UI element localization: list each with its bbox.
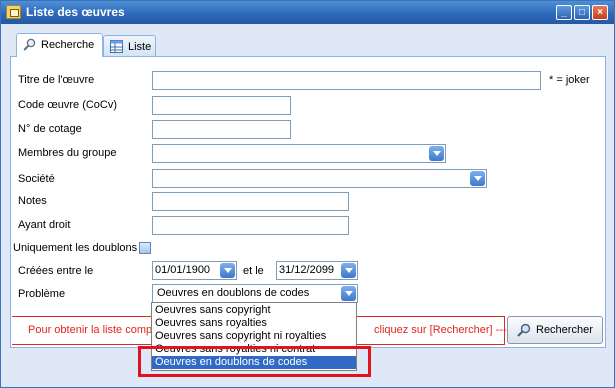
doublons-checkbox[interactable]: [139, 242, 151, 254]
chevron-down-icon[interactable]: [470, 171, 485, 186]
code-input[interactable]: [152, 96, 291, 115]
societe-select[interactable]: [152, 169, 487, 188]
titre-label: Titre de l'œuvre: [18, 74, 95, 86]
chevron-down-icon[interactable]: [429, 146, 444, 161]
cotage-label: N° de cotage: [18, 123, 82, 135]
probleme-select[interactable]: Oeuvres en doublons de codes: [152, 284, 358, 303]
doublons-label: Uniquement les doublons: [13, 242, 138, 254]
close-button[interactable]: ×: [592, 5, 608, 20]
maximize-button[interactable]: □: [574, 5, 590, 20]
chevron-down-icon[interactable]: [341, 286, 356, 301]
probleme-label: Problème: [18, 288, 66, 300]
tab-recherche[interactable]: Recherche: [16, 33, 103, 57]
tab-liste[interactable]: Liste: [103, 35, 156, 56]
notes-input[interactable]: [152, 192, 349, 211]
date-to-picker[interactable]: 31/12/2099: [276, 261, 358, 280]
search-icon: [517, 323, 531, 337]
notes-label: Notes: [18, 195, 47, 207]
titre-input[interactable]: [152, 71, 541, 90]
tab-recherche-label: Recherche: [41, 39, 95, 51]
window-title: Liste des œuvres: [26, 5, 125, 19]
hint-text-right: cliquez sur [Rechercher] --->: [374, 324, 514, 336]
date-from-picker[interactable]: 01/01/1900: [152, 261, 237, 280]
annotation-highlight-box: [138, 346, 371, 377]
title-bar: Liste des œuvres _ □ ×: [1, 1, 614, 24]
creees-label: Créées entre le: [18, 265, 94, 277]
table-icon: [110, 40, 123, 53]
societe-label: Société: [18, 173, 55, 185]
ayant-input[interactable]: [152, 216, 349, 235]
chevron-down-icon[interactable]: [220, 263, 235, 278]
main-window: Liste des œuvres _ □ × Recherche Liste T…: [0, 0, 615, 388]
dropdown-option[interactable]: Oeuvres sans royalties: [152, 317, 356, 330]
probleme-value: Oeuvres en doublons de codes: [157, 287, 310, 299]
hint-text-left: Pour obtenir la liste compl: [28, 324, 155, 336]
cotage-input[interactable]: [152, 120, 291, 139]
et-le-label: et le: [243, 265, 264, 277]
search-button-label: Rechercher: [536, 324, 593, 336]
code-label: Code œuvre (CoCv): [18, 99, 118, 111]
search-button[interactable]: Rechercher: [507, 316, 603, 344]
date-to-value: 31/12/2099: [279, 264, 335, 276]
minimize-button[interactable]: _: [556, 5, 572, 20]
dropdown-option[interactable]: Oeuvres sans copyright: [152, 304, 356, 317]
ayant-label: Ayant droit: [18, 219, 71, 231]
tab-liste-label: Liste: [128, 41, 152, 53]
membres-select[interactable]: [152, 144, 446, 163]
chevron-down-icon[interactable]: [341, 263, 356, 278]
date-from-value: 01/01/1900: [155, 264, 211, 276]
dropdown-option[interactable]: Oeuvres sans copyright ni royalties: [152, 330, 356, 343]
membres-label: Membres du groupe: [18, 147, 117, 159]
magnifier-icon: [23, 38, 36, 51]
joker-note: * = joker: [549, 74, 590, 86]
app-icon: [6, 5, 21, 19]
